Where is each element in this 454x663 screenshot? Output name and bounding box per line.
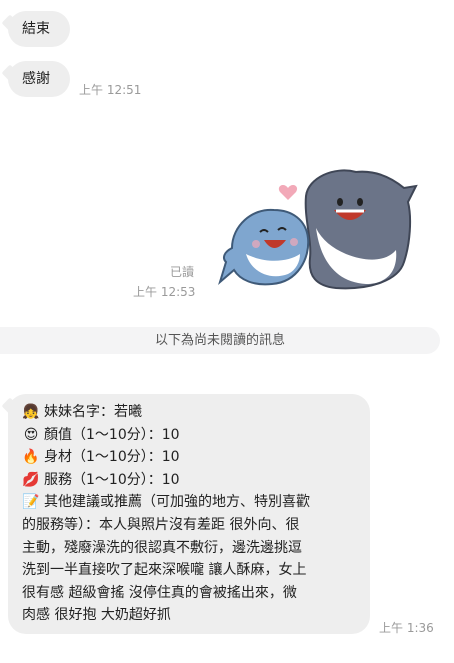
message-bubble-review[interactable]: 👧 妹妹名字：若曦 😍 顏值（1～10分）：10 🔥 身材（1～10分）：10 💋 服務…: [8, 394, 370, 634]
message-bubble-thanks[interactable]: 感謝: [8, 61, 70, 97]
message-text: 結束: [22, 21, 50, 37]
message-timestamp: 上午 1:36: [379, 621, 434, 635]
girl-face-icon: 👧: [22, 404, 40, 420]
heart-icon: [278, 185, 298, 200]
lips-icon: 💋: [22, 471, 40, 488]
list-item: 👧 妹妹名字：若曦: [22, 401, 360, 424]
list-item: 🔥 身材（1～10分）：10: [22, 446, 360, 469]
read-receipt: 已讀: [170, 265, 195, 279]
review-paragraph: 📝 其他建議或推薦（可加強的地方、特別喜歡 的服務等）：本人與照片沒有差距 很外向…: [22, 491, 360, 627]
message-timestamp: 上午 12:51: [79, 83, 142, 97]
message-timestamp: 上午 12:53: [133, 285, 196, 299]
list-item: 😍 顏值（1～10分）：10: [22, 424, 360, 447]
list-item: 💋 服務（1～10分）：10: [22, 469, 360, 492]
memo-icon: 📝: [22, 494, 40, 511]
heart-eyes-icon: 😍: [23, 426, 39, 443]
message-text: 感謝: [22, 71, 50, 87]
shark-sticker[interactable]: [216, 158, 420, 292]
message-bubble-end[interactable]: 結束: [8, 11, 70, 47]
unread-divider: 以下為尚未閱讀的訊息: [0, 327, 440, 354]
fire-icon: 🔥: [22, 449, 40, 466]
